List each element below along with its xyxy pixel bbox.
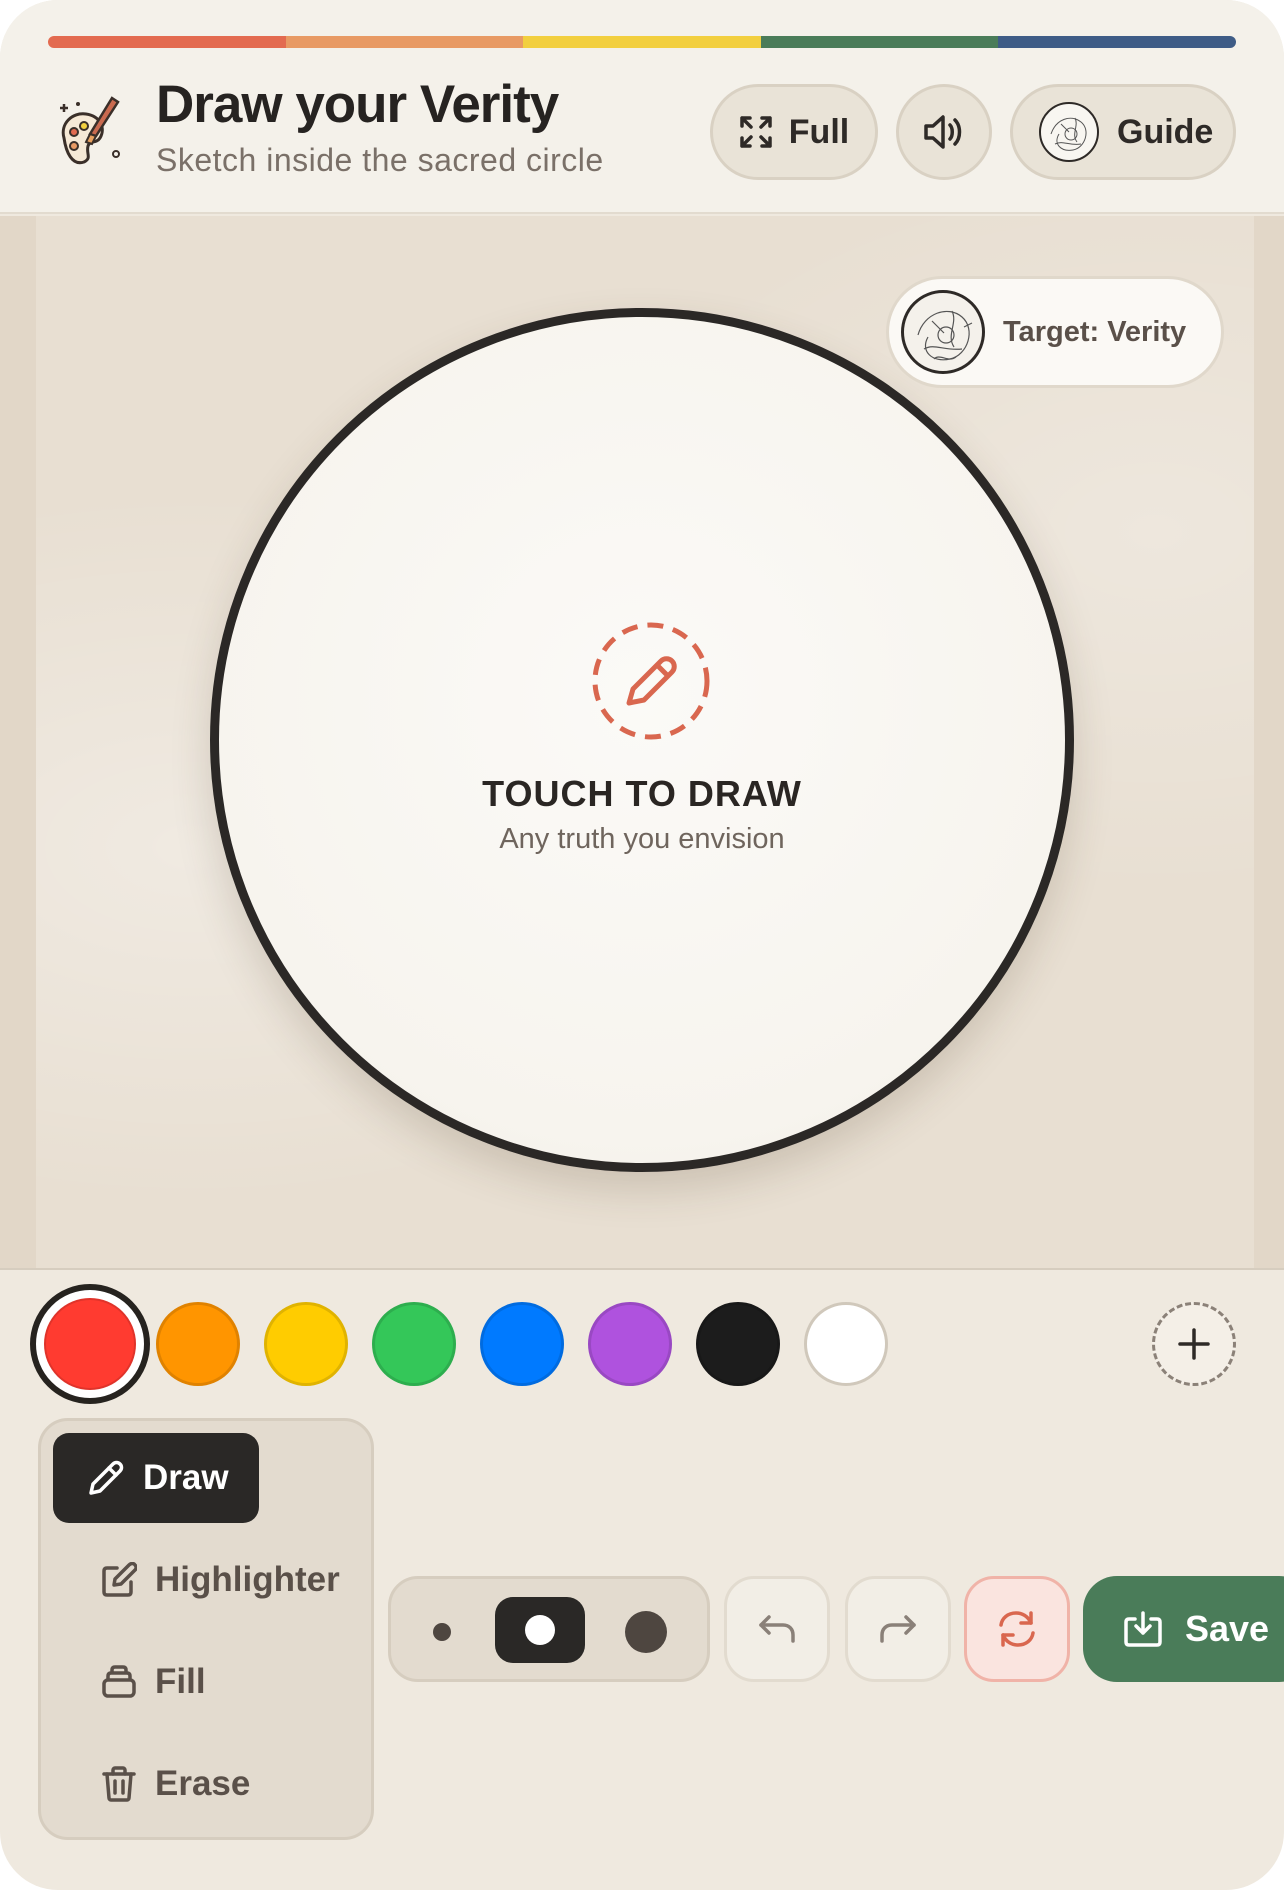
guide-thumbnail — [1039, 102, 1099, 162]
tool-panel: Draw Highlighter Fill Erase — [38, 1418, 374, 1840]
torn-edge-left — [0, 216, 36, 1268]
pencil-icon — [89, 1460, 124, 1495]
tool-fill[interactable]: Fill — [53, 1637, 206, 1727]
pencil-icon — [592, 622, 710, 740]
tool-draw[interactable]: Draw — [53, 1433, 259, 1523]
palette-brush-icon — [60, 96, 120, 165]
edit-square-icon — [102, 1562, 137, 1597]
color-swatch-green[interactable] — [372, 1302, 456, 1386]
tool-fill-label: Fill — [155, 1662, 206, 1701]
tool-draw-label: Draw — [143, 1458, 229, 1497]
undo-icon — [759, 1615, 795, 1643]
color-swatch-yellow[interactable] — [264, 1302, 348, 1386]
brush-size-selector — [388, 1576, 710, 1682]
tool-erase[interactable]: Erase — [53, 1739, 250, 1829]
header: Draw your Verity Sketch inside the sacre… — [0, 0, 1284, 214]
reset-button[interactable] — [964, 1576, 1070, 1682]
undo-button[interactable] — [724, 1576, 830, 1682]
color-swatch-red-selected[interactable] — [30, 1284, 150, 1404]
plus-icon — [1178, 1328, 1210, 1360]
fullscreen-button[interactable]: Full — [710, 84, 878, 180]
target-label: Target: Verity — [1003, 315, 1187, 348]
drawing-circle[interactable]: TOUCH TO DRAW Any truth you envision — [210, 308, 1074, 1172]
page-title: Draw your Verity — [156, 75, 559, 134]
torn-edge-right — [1254, 216, 1284, 1268]
redo-icon — [880, 1615, 916, 1643]
color-swatch-blue[interactable] — [480, 1302, 564, 1386]
fullscreen-label: Full — [788, 112, 850, 151]
guide-button[interactable]: Guide — [1010, 84, 1236, 180]
brush-size-medium[interactable] — [495, 1597, 585, 1663]
brush-size-small[interactable] — [433, 1623, 451, 1641]
color-swatch-white[interactable] — [804, 1302, 888, 1386]
tool-highlighter[interactable]: Highlighter — [53, 1535, 340, 1625]
sound-button[interactable] — [896, 84, 992, 180]
touch-to-draw-title: TOUCH TO DRAW — [482, 773, 802, 814]
drawing-app: Draw your Verity Sketch inside the sacre… — [0, 0, 1284, 1890]
bucket-icon — [102, 1665, 136, 1698]
redo-button[interactable] — [845, 1576, 951, 1682]
speaker-icon — [924, 115, 962, 149]
tool-erase-label: Erase — [155, 1764, 251, 1803]
color-swatch-black[interactable] — [696, 1302, 780, 1386]
stripe-segment — [760, 36, 999, 48]
trash-icon — [102, 1766, 136, 1802]
target-badge: Target: Verity — [886, 276, 1224, 388]
color-swatch-purple[interactable] — [588, 1302, 672, 1386]
brush-size-large[interactable] — [625, 1611, 667, 1653]
rainbow-stripe — [48, 36, 1236, 48]
guide-label: Guide — [1117, 112, 1214, 151]
save-label: Save — [1185, 1608, 1270, 1649]
target-thumbnail — [901, 290, 985, 374]
color-swatch-orange[interactable] — [156, 1302, 240, 1386]
save-button[interactable]: Save — [1083, 1576, 1284, 1682]
stripe-segment — [523, 36, 761, 48]
expand-icon — [740, 116, 772, 148]
stripe-segment — [48, 36, 286, 48]
tool-highlighter-label: Highlighter — [155, 1560, 340, 1599]
stripe-segment — [998, 36, 1236, 48]
canvas-area: TOUCH TO DRAW Any truth you envision Tar… — [0, 216, 1284, 1270]
stripe-segment — [285, 36, 524, 48]
refresh-icon — [999, 1611, 1035, 1647]
add-color-button[interactable] — [1152, 1302, 1236, 1386]
page-subtitle: Sketch inside the sacred circle — [156, 142, 604, 178]
download-icon — [1124, 1611, 1162, 1647]
touch-to-draw-subtitle: Any truth you envision — [499, 823, 785, 855]
